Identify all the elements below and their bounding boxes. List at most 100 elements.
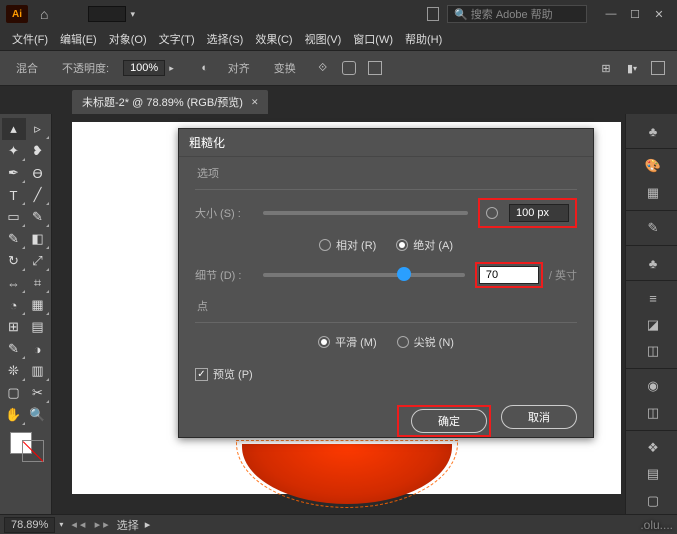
zoom-tool[interactable]: 🔍 [26, 404, 50, 426]
free-transform-tool[interactable]: ⌗ [26, 272, 50, 294]
selection-tool[interactable]: ▴ [2, 118, 26, 140]
gpu-icon[interactable] [427, 7, 439, 21]
size-input[interactable]: 100 px [509, 204, 569, 222]
radio-absolute-label: 绝对 (A) [413, 237, 453, 253]
clip-shape-icon[interactable] [338, 57, 360, 79]
shaper-tool[interactable]: ✎ [2, 228, 26, 250]
eyedropper-tool[interactable]: ✎ [2, 338, 26, 360]
clip-path-icon[interactable] [364, 57, 386, 79]
radio-smooth[interactable]: 平滑 (M) [318, 334, 377, 350]
highlight-ok: 确定 [397, 405, 491, 437]
width-tool[interactable]: ⇔ [2, 272, 26, 294]
panel-essentials-icon[interactable]: ▮▾ [621, 57, 643, 79]
artboard-nav[interactable]: ◂ ◂ ▸ ▸ [71, 518, 108, 531]
panel-layers-icon[interactable]: ❖ [634, 439, 670, 457]
eraser-tool[interactable]: ◧ [26, 228, 50, 250]
panel-gradient-icon[interactable]: ◪ [634, 315, 670, 333]
perspective-tool[interactable]: ▦ [26, 294, 50, 316]
panel-color-icon[interactable]: 🎨 [634, 157, 670, 175]
panel-appearance-icon[interactable]: ◉ [634, 377, 670, 395]
panel-transparency-icon[interactable]: ◫ [634, 342, 670, 360]
minimize-button[interactable]: — [599, 4, 623, 24]
radio-relative[interactable]: 相对 (R) [319, 237, 376, 253]
home-icon[interactable]: ⌂ [40, 6, 48, 22]
menu-file[interactable]: 文件(F) [6, 31, 54, 47]
ok-button[interactable]: 确定 [411, 409, 487, 433]
blend-mode-label[interactable]: 混合 [16, 60, 38, 76]
radio-absolute[interactable]: 绝对 (A) [396, 237, 453, 253]
scale-tool[interactable]: ⤢ [26, 250, 50, 272]
hand-tool[interactable]: ✋ [2, 404, 26, 426]
app-logo: Ai [6, 5, 28, 23]
detail-unit: / 英寸 [549, 267, 577, 283]
opacity-value[interactable]: 100% [123, 60, 165, 76]
align-label[interactable]: 对齐 [228, 60, 250, 76]
chevron-down-icon[interactable]: ▾ [59, 520, 63, 529]
panel-symbols-icon[interactable]: ♣ [634, 254, 670, 272]
fill-stroke-swatch[interactable] [8, 432, 44, 462]
menubar: 文件(F) 编辑(E) 对象(O) 文字(T) 选择(S) 效果(C) 视图(V… [0, 28, 677, 50]
rotate-tool[interactable]: ↻ [2, 250, 26, 272]
search-input[interactable]: 🔍 搜索 Adobe 帮助 [447, 5, 587, 23]
preview-checkbox[interactable]: ✓ 预览 (P) [195, 366, 253, 382]
line-tool[interactable]: ╱ [26, 184, 50, 206]
zoom-value[interactable]: 78.89% [4, 517, 55, 533]
detail-input[interactable]: 70 [479, 266, 539, 284]
panel-stroke-icon[interactable]: ≡ [634, 289, 670, 307]
curvature-tool[interactable]: Ɵ [26, 162, 50, 184]
menu-select[interactable]: 选择(S) [201, 31, 250, 47]
titlebar: Ai ⌂ ▾ 🔍 搜索 Adobe 帮助 — ☐ ✕ [0, 0, 677, 28]
check-icon: ✓ [195, 368, 208, 381]
panel-swatches-icon[interactable]: ▦ [634, 184, 670, 202]
panel-graphic-styles-icon[interactable]: ◫ [634, 403, 670, 421]
menu-window[interactable]: 窗口(W) [347, 31, 399, 47]
dialog-titlebar[interactable]: 粗糙化 [179, 129, 593, 157]
tab-close-icon[interactable]: ✕ [251, 97, 259, 108]
shape-builder-tool[interactable]: ◔ [2, 294, 26, 316]
doc-arrange-menu[interactable] [88, 6, 126, 22]
pen-tool[interactable]: ✒ [2, 162, 26, 184]
transform-label[interactable]: 变换 [274, 60, 296, 76]
mesh-tool[interactable]: ⊞ [2, 316, 26, 338]
radio-relative-label: 相对 (R) [336, 237, 376, 253]
graph-tool[interactable]: ▥ [26, 360, 50, 382]
blend-tool[interactable]: ◑ [26, 338, 50, 360]
direct-selection-tool[interactable]: ▹ [26, 118, 50, 140]
size-slider[interactable] [263, 211, 468, 215]
status-bar: 78.89% ▾ ◂ ◂ ▸ ▸ 选择 ▸ .olu.... [0, 514, 677, 534]
menu-view[interactable]: 视图(V) [299, 31, 348, 47]
menu-object[interactable]: 对象(O) [103, 31, 153, 47]
menu-edit[interactable]: 编辑(E) [54, 31, 103, 47]
tools-panel: ▴▹ ✦❥ ✒Ɵ T╱ ▭✎ ✎◧ ↻⤢ ⇔⌗ ◔▦ ⊞▤ ✎◑ ❊▥ ▢✂ ✋… [0, 114, 52, 514]
chevron-right-icon[interactable]: ▸ [169, 63, 174, 74]
gradient-tool[interactable]: ▤ [26, 316, 50, 338]
brush-tool[interactable]: ✎ [26, 206, 50, 228]
isolate-icon[interactable]: ⟐ [312, 57, 334, 79]
menu-type[interactable]: 文字(T) [153, 31, 201, 47]
panel-properties-icon[interactable]: ♣ [634, 122, 670, 140]
document-tab[interactable]: 未标题-2* @ 78.89% (RGB/预览) ✕ [72, 90, 268, 114]
panel-asset-export-icon[interactable]: ▤ [634, 465, 670, 483]
menu-effect[interactable]: 效果(C) [249, 31, 298, 47]
close-button[interactable]: ✕ [647, 4, 671, 24]
maximize-button[interactable]: ☐ [623, 4, 647, 24]
artboard-tool[interactable]: ▢ [2, 382, 26, 404]
detail-slider[interactable] [263, 273, 465, 277]
panel-grid-icon[interactable]: ⊞ [595, 57, 617, 79]
radio-corner[interactable]: 尖锐 (N) [397, 334, 454, 350]
symbol-sprayer-tool[interactable]: ❊ [2, 360, 26, 382]
artwork-rough-ellipse[interactable] [242, 444, 452, 504]
menu-help[interactable]: 帮助(H) [399, 31, 448, 47]
radio-corner-label: 尖锐 (N) [414, 334, 454, 350]
status-chevron[interactable]: ▸ [145, 518, 151, 531]
lasso-tool[interactable]: ❥ [26, 140, 50, 162]
panel-more-icon[interactable] [647, 57, 669, 79]
rectangle-tool[interactable]: ▭ [2, 206, 26, 228]
slice-tool[interactable]: ✂ [26, 382, 50, 404]
panel-brushes-icon[interactable]: ✎ [634, 219, 670, 237]
magic-wand-tool[interactable]: ✦ [2, 140, 26, 162]
type-tool[interactable]: T [2, 184, 26, 206]
recolor-icon[interactable]: ◐ [194, 57, 216, 79]
cancel-button[interactable]: 取消 [501, 405, 577, 429]
panel-artboards-icon[interactable]: ▢ [634, 491, 670, 509]
